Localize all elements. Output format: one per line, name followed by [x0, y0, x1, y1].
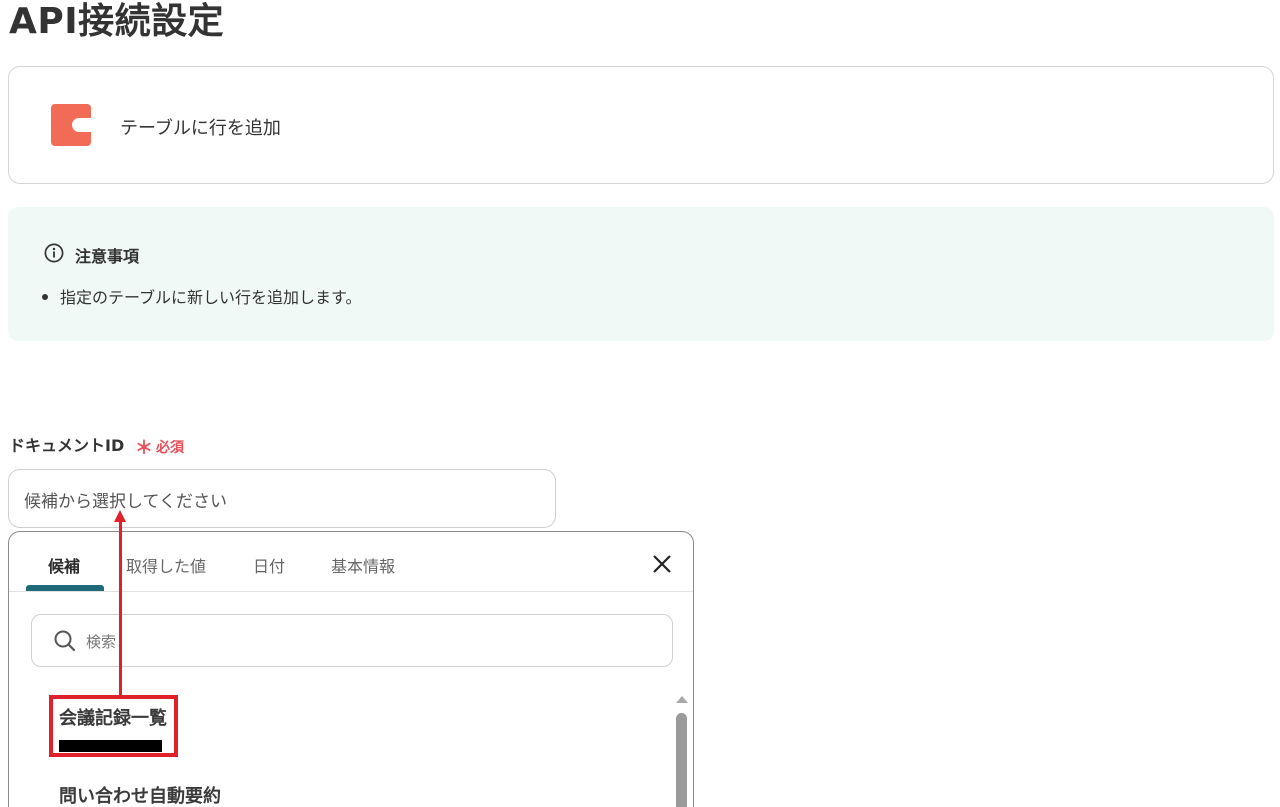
select-placeholder: 候補から選択してください: [24, 492, 227, 512]
coda-logo-icon: [51, 104, 91, 146]
notice-item: 指定のテーブルに新しい行を追加します。: [42, 284, 361, 308]
api-connection-settings-page: API接続設定 テーブルに行を追加 注意事項 指定のテーブルに新しい行を追加しま…: [0, 0, 1280, 807]
notice-title: 注意事項: [75, 247, 140, 266]
tab-candidates[interactable]: 候補: [48, 553, 80, 577]
action-label: テーブルに行を追加: [120, 118, 281, 139]
annotation-highlight-box: [49, 695, 178, 757]
close-icon[interactable]: [650, 552, 674, 576]
scroll-up-arrow-icon[interactable]: [676, 696, 688, 703]
option-item-title[interactable]: 問い合わせ自動要約: [59, 782, 221, 807]
search-icon: [54, 630, 76, 652]
action-card: テーブルに行を追加: [8, 66, 1274, 184]
notice-item-text: 指定のテーブルに新しい行を追加します。: [60, 288, 362, 307]
tab-basic-info[interactable]: 基本情報: [331, 553, 395, 577]
document-id-label: ドキュメントID: [9, 436, 125, 455]
notice-box: 注意事項 指定のテーブルに新しい行を追加します。: [8, 207, 1274, 341]
info-circle-icon: [44, 243, 64, 263]
search-box[interactable]: [31, 614, 673, 667]
required-badge: ＊必須: [135, 438, 184, 459]
tab-acquired-values[interactable]: 取得した値: [126, 553, 206, 577]
tab-date[interactable]: 日付: [253, 553, 285, 577]
annotation-arrow-line: [119, 520, 122, 696]
page-title: API接続設定: [9, 1, 225, 42]
dropdown-tabs: 候補 取得した値 日付 基本情報: [9, 532, 693, 592]
scrollbar-thumb[interactable]: [676, 713, 687, 807]
search-input[interactable]: [84, 628, 648, 656]
document-id-select[interactable]: 候補から選択してください: [8, 469, 556, 528]
candidate-dropdown: 候補 取得した値 日付 基本情報 会議記録一覧 問い合わせ自動要約: [8, 531, 694, 807]
active-tab-indicator: [26, 585, 104, 591]
